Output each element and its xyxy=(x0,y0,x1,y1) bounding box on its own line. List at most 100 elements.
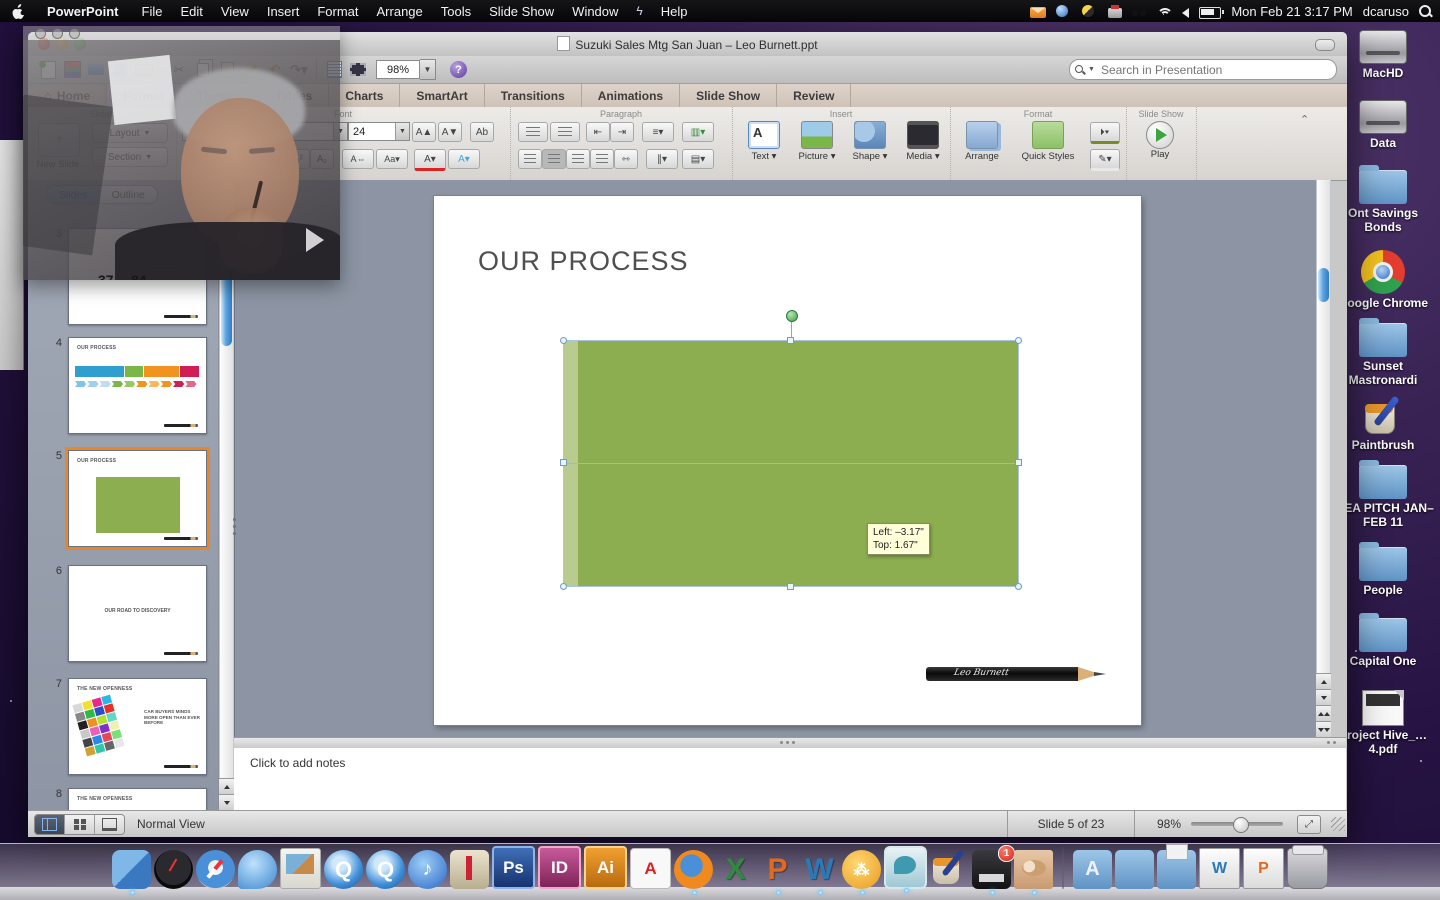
dock-icon-word-document[interactable]: W xyxy=(1199,848,1240,889)
menu-item-format[interactable]: Format xyxy=(308,4,367,19)
dock-icon-indesign[interactable]: ID xyxy=(538,846,581,889)
dock-icon-photoshop[interactable]: Ps xyxy=(492,846,535,889)
search-field-wrap[interactable]: ▼ xyxy=(1069,59,1337,80)
printer-menu-icon[interactable] xyxy=(1108,8,1122,18)
dock-icon-downloads-folder[interactable] xyxy=(1157,850,1196,889)
align-center-button[interactable] xyxy=(542,149,566,169)
text-direction-button[interactable]: ∥▾ xyxy=(646,149,678,169)
dock-icon-trash[interactable] xyxy=(1287,848,1328,889)
editor-scrollbar[interactable] xyxy=(1316,180,1331,737)
slide-thumbnail-7[interactable]: THE NEW OPENNESSCAR BUYERS MINDS MORE OP… xyxy=(68,678,207,775)
dock-icon-dashboard[interactable] xyxy=(154,850,193,889)
resize-handle-n[interactable] xyxy=(787,337,794,344)
slide-thumbnail-5[interactable]: OUR PROCESS xyxy=(68,450,207,547)
dock-icon-safari[interactable] xyxy=(196,850,235,889)
dock-icon-excel[interactable]: X xyxy=(716,850,755,889)
dock-icon-lotus-notes[interactable] xyxy=(842,850,881,889)
editor-scrollbar-thumb[interactable] xyxy=(1318,268,1329,302)
tab-slide-show[interactable]: Slide Show xyxy=(680,84,777,107)
clear-formatting-button[interactable]: Ab xyxy=(470,122,494,142)
align-left-button[interactable] xyxy=(518,149,542,169)
numbering-button[interactable] xyxy=(550,122,580,142)
network-globe-icon[interactable] xyxy=(1056,5,1068,17)
apple-menu-icon[interactable] xyxy=(12,4,25,19)
ribbon-collapse-chevron[interactable]: ⌃ xyxy=(1300,113,1309,126)
wifi-icon[interactable] xyxy=(1156,6,1172,18)
menu-item-file[interactable]: File xyxy=(133,4,172,19)
slide-thumbnail-6[interactable]: OUR ROAD TO DISCOVERY xyxy=(68,565,207,662)
dock-icon-documents-folder[interactable] xyxy=(1115,850,1154,889)
webcam-close-button[interactable] xyxy=(35,28,46,39)
dock-icon-image-capture[interactable] xyxy=(450,850,489,889)
dock-icon-photo-booth[interactable] xyxy=(1014,850,1053,889)
line-spacing-button[interactable]: ≡▾ xyxy=(642,122,674,142)
slide-title[interactable]: OUR PROCESS xyxy=(478,246,689,277)
change-case-button[interactable]: Aa▾ xyxy=(376,149,408,169)
menu-item-insert[interactable]: Insert xyxy=(258,4,309,19)
menu-clock[interactable]: Mon Feb 21 3:17 PM xyxy=(1231,4,1352,19)
grow-font-button[interactable]: A▲ xyxy=(412,122,436,142)
zoom-control[interactable]: 98% ▼ xyxy=(376,59,436,80)
fit-slide-button[interactable]: ⤢ xyxy=(1297,815,1321,834)
pane-resize-grip[interactable] xyxy=(231,514,238,540)
menu-item-slide-show[interactable]: Slide Show xyxy=(480,4,563,19)
selected-green-rectangle[interactable]: Left: –3.17" Top: 1.67" xyxy=(564,341,1018,586)
dock-icon-applications-folder[interactable]: A xyxy=(1073,850,1112,889)
shrink-font-button[interactable]: A▼ xyxy=(438,122,462,142)
text-effects-button[interactable]: A▾ xyxy=(448,149,480,169)
tab-transitions[interactable]: Transitions xyxy=(485,84,582,107)
slide-canvas[interactable]: OUR PROCESS Left: –3.17" Top: 1.67" xyxy=(434,196,1141,725)
tab-review[interactable]: Review xyxy=(777,84,851,107)
align-text-vertical-button[interactable]: ▤▾ xyxy=(682,149,714,169)
columns-button[interactable]: ▥▾ xyxy=(682,122,714,142)
menu-app-name[interactable]: PowerPoint xyxy=(39,4,127,19)
webcam-window-titlebar[interactable] xyxy=(23,26,340,40)
dock-icon-ichat[interactable] xyxy=(238,850,277,889)
dock-icon-paintbrush[interactable] xyxy=(930,850,969,889)
increase-indent-button[interactable]: ⇥ xyxy=(610,122,634,142)
pane-scroll-up[interactable] xyxy=(219,778,234,794)
resize-handle-nw[interactable] xyxy=(560,337,567,344)
menu-item-arrange[interactable]: Arrange xyxy=(368,4,432,19)
justify-button[interactable] xyxy=(590,149,614,169)
resize-handle-w[interactable] xyxy=(560,459,567,466)
menu-item-window[interactable]: Window xyxy=(563,4,627,19)
distribute-text-button[interactable]: ⇿ xyxy=(614,149,638,169)
resize-handle-sw[interactable] xyxy=(560,583,567,590)
scroll-up-button[interactable] xyxy=(1316,673,1331,689)
zoom-slider[interactable] xyxy=(1191,822,1283,826)
character-spacing-button[interactable]: A⇔ xyxy=(342,149,374,169)
webcam-zoom-button[interactable] xyxy=(69,28,80,39)
dock-icon-powerpoint-document[interactable]: P xyxy=(1243,848,1284,889)
sync-status-icon[interactable] xyxy=(1082,5,1094,17)
scroll-down-button[interactable] xyxy=(1316,689,1331,705)
pane-scroll-down[interactable] xyxy=(219,794,234,810)
search-scope-arrow[interactable]: ▼ xyxy=(1088,66,1095,73)
previous-slide-button[interactable] xyxy=(1316,705,1331,721)
dock-icon-finder[interactable] xyxy=(112,850,151,889)
rotation-handle[interactable] xyxy=(786,310,798,322)
shape-line-button[interactable]: ✎▾ xyxy=(1090,149,1120,171)
search-input[interactable] xyxy=(1099,62,1336,78)
font-color-button[interactable]: A▾ xyxy=(414,149,446,171)
window-resize-grip[interactable] xyxy=(1331,817,1345,831)
insert-picture-button[interactable]: Picture ▾ xyxy=(791,121,843,162)
font-size-combo[interactable]: 24▼ xyxy=(348,122,410,141)
dock-icon-quicktime-x[interactable] xyxy=(366,850,405,889)
play-slideshow-button[interactable]: Play xyxy=(1134,121,1186,160)
resize-handle-se[interactable] xyxy=(1015,583,1022,590)
resize-handle-e[interactable] xyxy=(1015,459,1022,466)
bullets-button[interactable] xyxy=(518,122,548,142)
insert-text-button[interactable]: Text ▾ xyxy=(738,121,790,162)
slide-sorter-view-button[interactable] xyxy=(65,815,95,834)
align-right-button[interactable] xyxy=(566,149,590,169)
presenter-view-button[interactable] xyxy=(95,815,124,834)
menu-item-tools[interactable]: Tools xyxy=(432,4,480,19)
help-button[interactable]: ? xyxy=(450,61,467,78)
applescript-menu-icon[interactable]: ϟ xyxy=(627,4,651,19)
dock-icon-word[interactable]: W xyxy=(800,850,839,889)
next-slide-button[interactable] xyxy=(1316,721,1331,737)
dock-icon-firefox[interactable] xyxy=(674,850,713,889)
menu-item-help[interactable]: Help xyxy=(652,4,697,19)
volume-icon[interactable] xyxy=(1182,8,1189,18)
